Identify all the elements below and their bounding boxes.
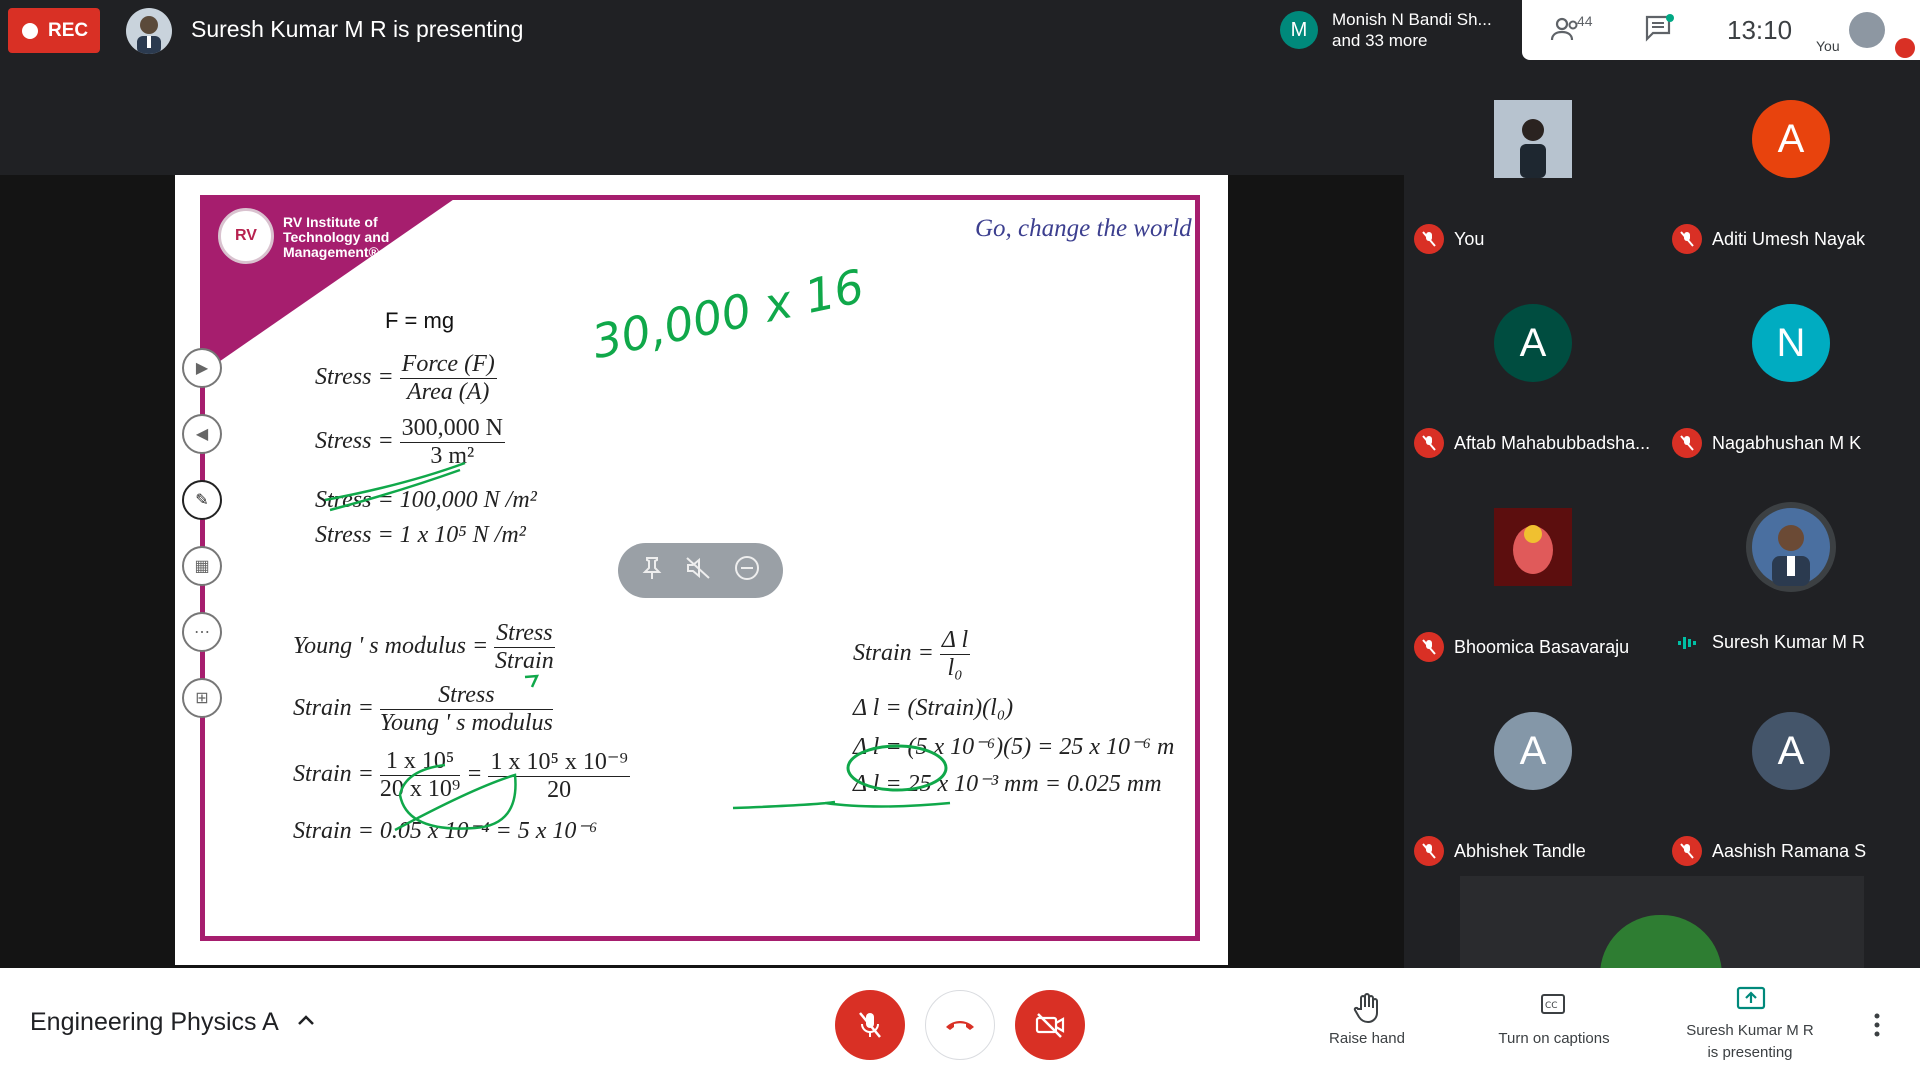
- ink-arrow: [524, 674, 540, 688]
- participant-avatar: [1494, 100, 1572, 178]
- participant-tile[interactable]: A Aditi Umesh Nayak: [1662, 60, 1920, 264]
- ink-underline-dl: [732, 800, 951, 810]
- camera-off-icon: [1035, 1013, 1065, 1038]
- record-dot-icon: [22, 22, 38, 39]
- rec-label: REC: [48, 19, 89, 41]
- participants-summary[interactable]: M Monish N Bandi Sh... and 33 more: [1268, 0, 1522, 60]
- participant-avatar: A: [1752, 100, 1830, 178]
- people-button[interactable]: 44: [1550, 13, 1593, 47]
- mic-off-icon: [1672, 836, 1702, 866]
- participant-tile[interactable]: A Abhishek Tandle: [1404, 672, 1662, 876]
- participants-panel: You A Aditi Umesh Nayak A Aftab Mahabubb…: [1404, 60, 1920, 968]
- participant-name: Bhoomica Basavaraju: [1454, 636, 1630, 657]
- speaking-indicator-icon: [1672, 636, 1702, 650]
- presenter-avatar: [126, 8, 172, 54]
- participant-avatar: [1494, 508, 1572, 586]
- svg-text:CC: CC: [1545, 1001, 1558, 1011]
- participant-tile[interactable]: Bhoomica Basavaraju: [1404, 468, 1662, 672]
- clock: 13:10: [1727, 15, 1793, 45]
- participant-avatar: A: [1494, 304, 1572, 382]
- presentation-slide: RV RV Institute of Technology and Manage…: [175, 175, 1228, 965]
- ink-circle-answer: [846, 744, 948, 792]
- participants-summary-line2: and 33 more: [1332, 31, 1428, 50]
- participant-name: Suresh Kumar M R: [1712, 632, 1866, 652]
- pin-icon: [642, 557, 662, 579]
- participant-tile[interactable]: A Aftab Mahabubbadsha...: [1404, 264, 1662, 468]
- presenting-text: Suresh Kumar M R is presenting: [191, 16, 524, 42]
- more-options-button[interactable]: [1873, 1013, 1881, 1042]
- mic-off-icon: [1414, 224, 1444, 254]
- bottom-bar: Engineering Physics A Raise hand CC Turn…: [0, 968, 1920, 1080]
- more-vertical-icon: [1874, 1013, 1880, 1037]
- chevron-up-icon[interactable]: [295, 1010, 317, 1038]
- participant-avatar: A: [1752, 712, 1830, 790]
- ink-underline-stress: [324, 461, 466, 512]
- participant-name: Aashish Ramana S: [1712, 840, 1867, 861]
- mic-toggle-button[interactable]: [835, 990, 905, 1060]
- present-icon: [1736, 986, 1766, 1010]
- participant-count: 44: [1577, 13, 1593, 29]
- self-mic-off-icon: [1895, 38, 1915, 58]
- mic-off-icon: [1672, 224, 1702, 254]
- mic-off-icon: [859, 1012, 881, 1038]
- participant-tile[interactable]: You: [1404, 60, 1662, 264]
- presenting-label-line2: is presenting: [1707, 1044, 1793, 1061]
- participant-name: Abhishek Tandle: [1454, 840, 1586, 861]
- participant-tile[interactable]: N Nagabhushan M K: [1662, 264, 1920, 468]
- top-bar: REC Suresh Kumar M R is presenting: [0, 0, 1404, 60]
- raise-hand-button[interactable]: [1352, 992, 1382, 1029]
- meeting-toolbar: 44 13:10 You: [1522, 0, 1920, 60]
- presenting-label: Suresh Kumar M R is presenting: [1660, 1020, 1840, 1064]
- captions-icon: CC: [1541, 994, 1565, 1014]
- remove-button[interactable]: [734, 555, 760, 586]
- presentation-popup-controls: [618, 543, 783, 598]
- leave-call-button[interactable]: [925, 990, 995, 1060]
- meeting-details-button[interactable]: Engineering Physics A: [30, 1008, 279, 1037]
- recording-badge: REC: [8, 8, 100, 53]
- self-label: You: [1816, 38, 1840, 54]
- captions-label: Turn on captions: [1498, 1030, 1610, 1047]
- stage-header-band: [0, 60, 1404, 175]
- present-now-button[interactable]: [1736, 986, 1766, 1015]
- self-avatar: [1849, 12, 1885, 48]
- participant-avatar: A: [1494, 712, 1572, 790]
- presenting-label-line1: Suresh Kumar M R: [1686, 1022, 1814, 1039]
- hand-icon: [1353, 993, 1378, 1024]
- participant-name: Aditi Umesh Nayak: [1712, 228, 1866, 249]
- ink-circle-strain: [394, 763, 517, 832]
- mic-off-icon: [1414, 428, 1444, 458]
- chat-icon: [1645, 14, 1674, 42]
- volume-off-icon: [686, 557, 711, 579]
- camera-toggle-button[interactable]: [1015, 990, 1085, 1060]
- minus-circle-icon: [734, 556, 759, 580]
- mic-off-icon: [1414, 836, 1444, 866]
- participant-avatar: [1746, 502, 1836, 592]
- avatar: M: [1280, 11, 1318, 49]
- pin-button[interactable]: [641, 556, 663, 585]
- mic-off-icon: [1672, 428, 1702, 458]
- participant-tile[interactable]: A Aashish Ramana S: [1662, 672, 1920, 876]
- captions-button[interactable]: CC: [1540, 992, 1566, 1021]
- participant-name: Aftab Mahabubbadsha...: [1454, 432, 1651, 453]
- participants-summary-line1: Monish N Bandi Sh...: [1332, 10, 1492, 29]
- mute-presentation-button[interactable]: [685, 556, 711, 585]
- raise-hand-label: Raise hand: [1329, 1030, 1405, 1047]
- chat-button[interactable]: [1644, 14, 1674, 47]
- mic-off-icon: [1414, 632, 1444, 662]
- participant-tile[interactable]: Suresh Kumar M R: [1662, 468, 1920, 672]
- participant-avatar: N: [1752, 304, 1830, 382]
- participant-name: You: [1454, 228, 1485, 249]
- hang-up-icon: [946, 1021, 974, 1030]
- participant-name: Nagabhushan M K: [1712, 432, 1862, 453]
